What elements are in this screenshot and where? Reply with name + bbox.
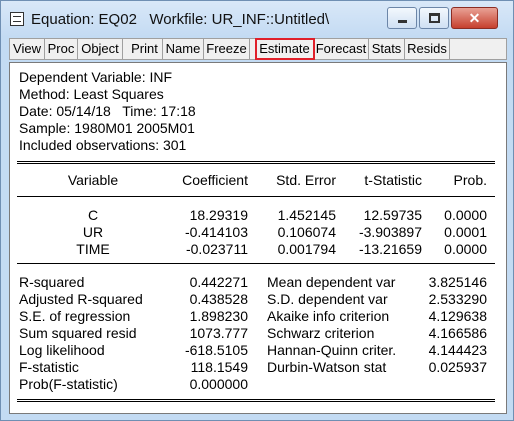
stat-value: -618.5105 — [184, 342, 248, 358]
table-cell: -13.21659 — [358, 241, 422, 257]
observations: Included observations: 301 — [19, 137, 187, 153]
divider-top — [17, 161, 495, 162]
stat-label: R-squared — [19, 274, 85, 290]
stat-label: Akaike info criterion — [267, 308, 390, 324]
stat-value: 118.1549 — [190, 359, 248, 375]
divider-header — [17, 196, 495, 197]
stat-label: Sum squared resid — [19, 325, 137, 341]
view-button[interactable]: View — [10, 39, 45, 59]
stat-label: Mean dependent var — [267, 274, 396, 290]
output-pane[interactable]: Dependent Variable: INF Method: Least Sq… — [9, 62, 507, 414]
maximize-icon — [429, 13, 440, 23]
maximize-button[interactable] — [419, 7, 449, 29]
resids-button[interactable]: Resids — [405, 39, 450, 59]
table-cell: -0.023711 — [185, 241, 248, 257]
window-menu-icon[interactable] — [10, 12, 24, 26]
col-header-prob: Prob. — [453, 172, 487, 188]
stat-label: Log likelihood — [19, 342, 105, 358]
estimate-button[interactable]: Estimate — [255, 38, 315, 60]
table-cell: 1.452145 — [277, 207, 336, 223]
divider-top-double — [17, 163, 495, 164]
col-header-t-statistic: t-Statistic — [364, 172, 422, 188]
stat-label: F-statistic — [19, 359, 79, 375]
divider-bottom-double — [17, 401, 495, 402]
stats-button[interactable]: Stats — [369, 39, 405, 59]
toolbar: View Proc Object Print Name Freeze Estim… — [9, 38, 507, 60]
col-header-variable: Variable — [67, 172, 119, 188]
minimize-icon — [398, 20, 407, 23]
dependent-variable: Dependent Variable: INF — [19, 69, 173, 85]
stat-value: 1.898230 — [189, 308, 248, 324]
table-cell: -0.414103 — [184, 224, 248, 240]
table-cell: 0.0000 — [444, 207, 487, 223]
table-cell: 0.106074 — [277, 224, 336, 240]
sample: Sample: 1980M01 2005M01 — [19, 120, 195, 136]
stat-value: 2.533290 — [428, 291, 487, 307]
close-button[interactable]: ✕ — [451, 7, 498, 29]
table-cell: 18.29319 — [189, 207, 248, 223]
stat-value: 0.000000 — [189, 376, 248, 392]
stat-label: S.E. of regression — [19, 308, 131, 324]
stat-label: S.D. dependent var — [267, 291, 388, 307]
table-cell: 12.59735 — [363, 207, 422, 223]
table-cell: -3.903897 — [358, 224, 422, 240]
name-button[interactable]: Name — [163, 39, 204, 59]
title-bar[interactable]: Equation: EQ02 Workfile: UR_INF::Untitle… — [1, 1, 513, 36]
divider-stats — [17, 263, 495, 264]
divider-bottom — [17, 399, 495, 400]
stat-value: 0.438528 — [189, 291, 248, 307]
object-button[interactable]: Object — [78, 39, 123, 59]
stat-label: Prob(F-statistic) — [19, 376, 118, 392]
freeze-button[interactable]: Freeze — [204, 39, 250, 59]
window-title: Equation: EQ02 Workfile: UR_INF::Untitle… — [31, 11, 330, 28]
stat-label: Adjusted R-squared — [19, 291, 143, 307]
table-cell: UR — [82, 224, 104, 240]
stat-value: 4.166586 — [428, 325, 487, 341]
stat-label: Durbin-Watson stat — [267, 359, 387, 375]
table-cell: 0.0001 — [444, 224, 487, 240]
print-button[interactable]: Print — [127, 39, 163, 59]
stat-value: 1073.777 — [189, 325, 248, 341]
date-time: Date: 05/14/18 Time: 17:18 — [19, 103, 196, 119]
stat-label: Schwarz criterion — [267, 325, 375, 341]
col-header-std-error: Std. Error — [276, 172, 336, 188]
table-cell: 0.001794 — [277, 241, 336, 257]
minimize-button[interactable] — [387, 7, 417, 29]
stat-value: 4.129638 — [428, 308, 487, 324]
table-cell: 0.0000 — [444, 241, 487, 257]
method: Method: Least Squares — [19, 86, 164, 102]
stat-value: 3.825146 — [428, 274, 487, 290]
col-header-coefficient: Coefficient — [182, 172, 248, 188]
close-icon: ✕ — [468, 10, 481, 26]
stat-value: 0.442271 — [189, 274, 248, 290]
table-cell: TIME — [76, 241, 110, 257]
proc-button[interactable]: Proc — [45, 39, 78, 59]
stat-value: 0.025937 — [428, 359, 487, 375]
table-cell: C — [87, 207, 99, 223]
forecast-button[interactable]: Forecast — [314, 39, 369, 59]
stat-label: Hannan-Quinn criter. — [267, 342, 397, 358]
stat-value: 4.144423 — [428, 342, 487, 358]
equation-window: Equation: EQ02 Workfile: UR_INF::Untitle… — [0, 0, 514, 421]
